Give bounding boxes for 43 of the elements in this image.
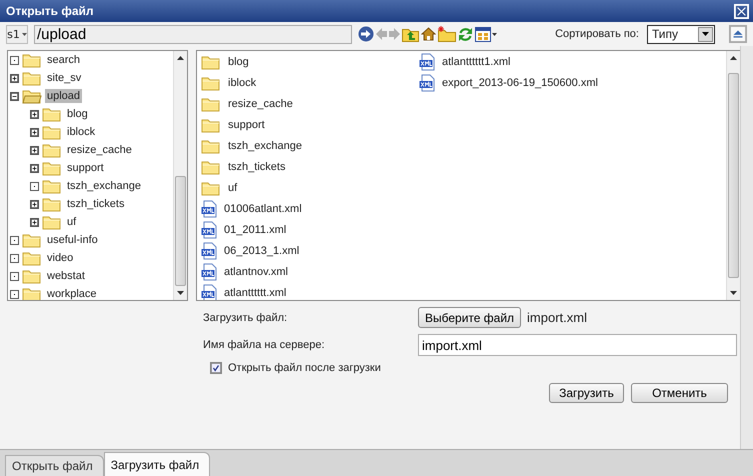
sort-select[interactable]: Типу: [647, 24, 715, 44]
choose-file-button[interactable]: Выберите файл: [418, 307, 522, 328]
file-item[interactable]: 01_2011.xml: [224, 224, 286, 236]
path-field[interactable]: /upload: [34, 24, 352, 44]
checkbox-label: Открыть файл после загрузки: [228, 362, 381, 374]
file-item[interactable]: atlantttttt1.xml: [442, 56, 510, 68]
upload-label: Загрузить файл:: [203, 312, 288, 324]
tree-item[interactable]: support: [65, 161, 106, 175]
tab[interactable]: Открыть файл: [5, 455, 104, 476]
tab[interactable]: Загрузить файл: [104, 452, 210, 476]
file-item[interactable]: atlantnov.xml: [224, 266, 288, 278]
file-item[interactable]: iblock: [228, 76, 256, 88]
tree-item[interactable]: video: [45, 251, 76, 265]
file-item[interactable]: export_2013-06-19_150600.xml: [442, 76, 598, 88]
file-item[interactable]: tszh_exchange: [228, 140, 302, 152]
file-item[interactable]: resize_cache: [228, 98, 293, 110]
server-name-label: Имя файла на сервере:: [203, 339, 326, 351]
dialog-button[interactable]: Отменить: [631, 383, 728, 403]
tree-item[interactable]: uf: [65, 215, 78, 229]
tree-item[interactable]: resize_cache: [65, 143, 134, 157]
tree-item[interactable]: tszh_exchange: [65, 179, 143, 193]
tree-item[interactable]: useful-info: [45, 233, 100, 247]
file-item[interactable]: 01006atlant.xml: [224, 202, 302, 214]
server-name-field[interactable]: import.xml: [418, 334, 737, 356]
tree-item[interactable]: blog: [65, 107, 90, 121]
site-select[interactable]: s1: [6, 24, 28, 44]
tree-item[interactable]: webstat: [45, 269, 87, 283]
sort-label: Сортировать по:: [555, 28, 639, 40]
file-item[interactable]: support: [228, 118, 265, 130]
file-item[interactable]: atlantttttt.xml: [224, 286, 286, 298]
window-title: Открыть файл: [6, 4, 94, 18]
file-item[interactable]: 06_2013_1.xml: [224, 244, 300, 256]
tree-item[interactable]: site_sv: [45, 71, 84, 85]
tree-item[interactable]: workplace: [45, 287, 99, 300]
chosen-file-name: import.xml: [527, 310, 587, 325]
file-item[interactable]: tszh_tickets: [228, 160, 286, 172]
dialog-button[interactable]: Загрузить: [549, 383, 624, 403]
tree-item[interactable]: iblock: [65, 125, 98, 139]
tree-item[interactable]: search: [45, 53, 82, 67]
file-item[interactable]: blog: [228, 56, 249, 68]
tree-item[interactable]: tszh_tickets: [65, 197, 126, 211]
file-item[interactable]: uf: [228, 182, 238, 194]
tree-item[interactable]: upload: [45, 89, 82, 103]
